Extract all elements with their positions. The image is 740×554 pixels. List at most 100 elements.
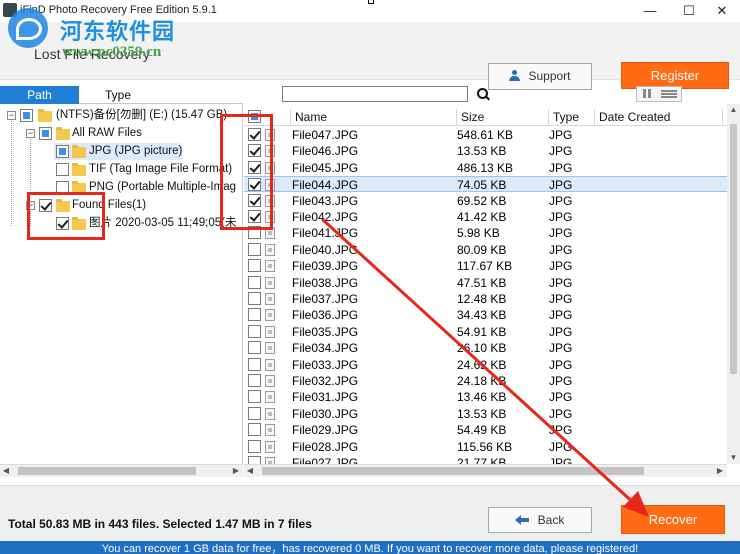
file-name: File027.JPG [292,456,359,464]
column-date-created[interactable]: Date Created [594,109,722,126]
tree-checkbox[interactable] [39,127,52,140]
file-checkbox[interactable] [248,406,261,420]
file-checkbox[interactable] [248,275,261,289]
scroll-down-icon[interactable]: ▼ [727,452,740,464]
tree-checkbox[interactable] [56,145,69,158]
tree-item-drive[interactable]: − (NTFS)备份[勿删] (E:) (15.47 GB) [0,106,243,124]
table-row[interactable]: File042.JPG 41.42 KB JPG [244,209,727,225]
file-checkbox[interactable] [248,128,261,141]
collapse-icon[interactable]: − [26,201,35,210]
file-checkbox[interactable] [248,242,261,256]
file-checkbox[interactable] [248,178,261,192]
tree-item-png[interactable]: PNG (Portable Multiple-Imag [0,178,243,196]
file-checkbox[interactable] [248,308,261,322]
column-type[interactable]: Type [548,109,594,126]
scroll-left-icon[interactable]: ◀ [0,465,12,477]
file-checkbox[interactable] [248,324,261,338]
file-checkbox[interactable] [248,374,261,387]
file-checkbox[interactable] [248,259,261,273]
file-checkbox[interactable] [248,144,261,158]
collapse-icon[interactable]: − [26,129,35,138]
select-all-checkbox[interactable] [248,110,261,123]
column-name[interactable]: Name [290,109,456,126]
minimize-button[interactable]: — [632,0,668,22]
table-row[interactable]: File037.JPG 12.48 KB JPG [244,291,727,307]
table-row[interactable]: File034.JPG 26.10 KB JPG [244,340,727,356]
table-row[interactable]: File035.JPG 54.91 KB JPG [244,324,727,340]
file-checkbox[interactable] [248,390,261,404]
tab-type[interactable]: Type [88,86,148,104]
maximize-button[interactable]: ☐ [671,0,707,22]
tree-checkbox[interactable] [56,181,69,194]
image-file-icon [265,424,275,437]
file-size: 24.18 KB [457,374,507,388]
search-input[interactable] [282,86,468,102]
table-row[interactable]: File043.JPG 69.52 KB JPG [244,193,727,209]
collapse-icon[interactable]: − [7,111,16,120]
scroll-right-icon[interactable]: ▶ [714,465,726,477]
file-checkbox[interactable] [248,357,261,371]
file-name: File030.JPG [292,406,359,421]
scroll-thumb[interactable] [18,467,196,475]
table-row[interactable]: File033.JPG 24.62 KB JPG [244,357,727,373]
file-checkbox[interactable] [248,210,261,223]
view-toggle[interactable] [636,86,682,102]
table-row[interactable]: File041.JPG 5.98 KB JPG [244,225,727,241]
file-checkbox[interactable] [248,292,261,305]
tree-item-jpg[interactable]: JPG (JPG picture) [0,142,243,160]
table-row[interactable]: File039.JPG 117.67 KB JPG [244,258,727,274]
table-row[interactable]: File047.JPG 548.61 KB JPG [244,127,727,143]
table-row[interactable]: File028.JPG 115.56 KB JPG [244,439,727,455]
file-checkbox[interactable] [248,226,261,240]
file-type: JPG [549,226,573,241]
support-button[interactable]: Support [488,63,592,90]
table-row[interactable]: File038.JPG 47.51 KB JPG [244,275,727,291]
file-type: JPG [549,193,573,208]
close-button[interactable]: ✕ [704,0,740,22]
scroll-left-icon[interactable]: ◀ [244,465,256,477]
support-label: Support [528,69,571,83]
scroll-thumb[interactable] [262,467,644,475]
table-row[interactable]: File032.JPG 24.18 KB JPG [244,373,727,389]
tree-item-tif[interactable]: TIF (Tag Image File Format) [0,160,243,178]
tree-item-found[interactable]: − Found Files(1) [0,196,243,214]
table-row[interactable]: File027.JPG 21.77 KB JPG [244,455,727,464]
scroll-right-icon[interactable]: ▶ [230,465,242,477]
file-checkbox[interactable] [248,423,261,437]
table-row[interactable]: File036.JPG 34.43 KB JPG [244,307,727,323]
search-icon[interactable] [476,87,490,101]
tree-item-all-raw[interactable]: − All RAW Files [0,124,243,142]
tree-checkbox[interactable] [20,109,33,122]
file-size: 13.46 KB [457,390,507,405]
tab-path[interactable]: Path [0,86,79,104]
file-checkbox[interactable] [248,341,261,355]
tree-checkbox[interactable] [56,217,69,230]
file-checkbox[interactable] [248,160,261,174]
table-row[interactable]: File040.JPG 80.09 KB JPG [244,242,727,258]
back-button[interactable]: Back [488,507,592,533]
file-checkbox[interactable] [248,456,261,464]
section-title: Lost File Recovery [34,46,150,62]
table-row[interactable]: File045.JPG 486.13 KB JPG [244,160,727,176]
file-checkbox[interactable] [248,193,261,207]
file-size: 54.49 KB [457,423,507,438]
table-row[interactable]: File044.JPG 74.05 KB JPG [244,176,727,193]
scroll-up-icon[interactable]: ▲ [727,104,740,116]
file-vertical-scrollbar[interactable]: ▲ ▼ [727,104,740,464]
file-horizontal-scrollbar[interactable]: ◀ ▶ [244,464,727,477]
table-row[interactable]: File029.JPG 54.49 KB JPG [244,422,727,438]
list-view-icon[interactable] [661,89,677,98]
scroll-thumb[interactable] [730,124,737,374]
tree-checkbox[interactable] [39,199,52,212]
tree-item-found-child[interactable]: 图片 2020-03-05 11;49;05(未 [0,214,243,232]
file-checkbox[interactable] [248,439,261,453]
table-row[interactable]: File030.JPG 13.53 KB JPG [244,406,727,422]
tree-horizontal-scrollbar[interactable]: ◀ ▶ [0,464,243,477]
recover-button[interactable]: Recover [621,505,725,534]
column-size[interactable]: Size [456,109,548,126]
table-row[interactable]: File046.JPG 13.53 KB JPG [244,143,727,159]
register-button[interactable]: Register [621,62,729,89]
tree-checkbox[interactable] [56,163,69,176]
table-row[interactable]: File031.JPG 13.46 KB JPG [244,389,727,405]
grid-view-icon[interactable] [643,89,652,98]
